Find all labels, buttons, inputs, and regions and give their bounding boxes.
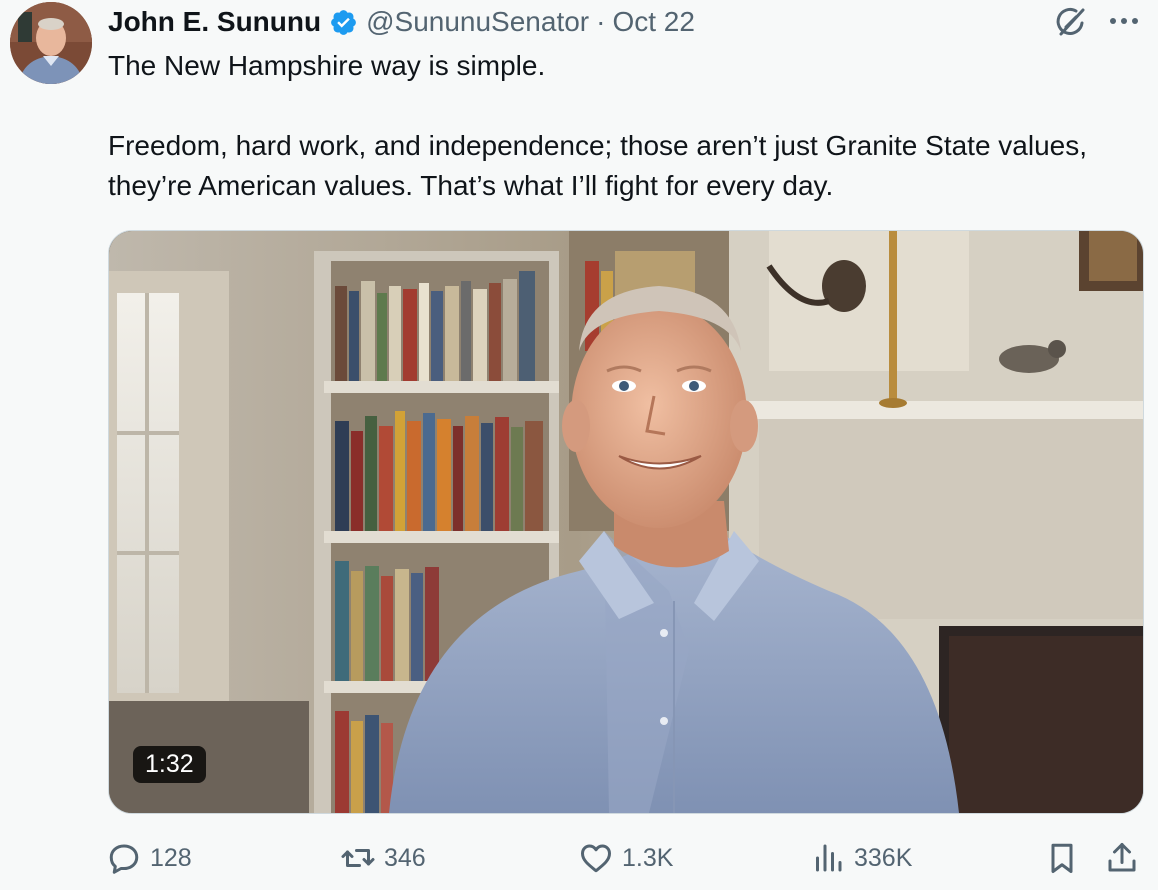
tweet-text: The New Hampshire way is simple. Freedom… xyxy=(108,46,1118,206)
avatar[interactable] xyxy=(10,2,92,84)
separator-dot: · xyxy=(596,6,606,37)
retweet-icon xyxy=(341,849,375,867)
tweet-paragraph: The New Hampshire way is simple. xyxy=(108,50,546,81)
tweet-paragraph: Freedom, hard work, and independence; th… xyxy=(108,130,1088,201)
like-button[interactable]: 1.3K xyxy=(578,838,673,878)
reply-count: 128 xyxy=(150,843,192,872)
more-icon[interactable] xyxy=(1106,6,1142,36)
video-frame xyxy=(109,231,1143,813)
like-count: 1.3K xyxy=(622,843,674,872)
author-handle[interactable]: @SununuSenator xyxy=(366,6,589,38)
reply-icon xyxy=(109,844,139,874)
views-button[interactable]: 336K xyxy=(810,838,912,878)
tweet-date[interactable]: Oct 22 xyxy=(612,6,694,38)
video-duration: 1:32 xyxy=(133,746,206,783)
like-icon xyxy=(581,844,611,873)
share-icon xyxy=(1108,843,1136,872)
grok-icon[interactable] xyxy=(1052,3,1090,41)
reply-button[interactable]: 128 xyxy=(106,838,192,878)
bookmark-icon xyxy=(1051,843,1073,873)
action-bar: 128 346 1.3K 336K xyxy=(0,838,1158,878)
bookmark-button[interactable] xyxy=(1044,838,1080,878)
verified-badge-icon xyxy=(329,8,358,37)
share-button[interactable] xyxy=(1104,838,1140,878)
retweet-button[interactable]: 346 xyxy=(340,838,426,878)
author-name[interactable]: John E. Sununu xyxy=(108,6,321,38)
tweet-header: John E. Sununu @SununuSenator · Oct 22 xyxy=(108,4,695,40)
retweet-count: 346 xyxy=(384,843,426,872)
tweet: John E. Sununu @SununuSenator · Oct 22 T… xyxy=(0,0,1158,890)
video-player[interactable]: 1:32 xyxy=(108,230,1144,814)
views-icon xyxy=(816,844,842,872)
views-count: 336K xyxy=(854,843,913,872)
